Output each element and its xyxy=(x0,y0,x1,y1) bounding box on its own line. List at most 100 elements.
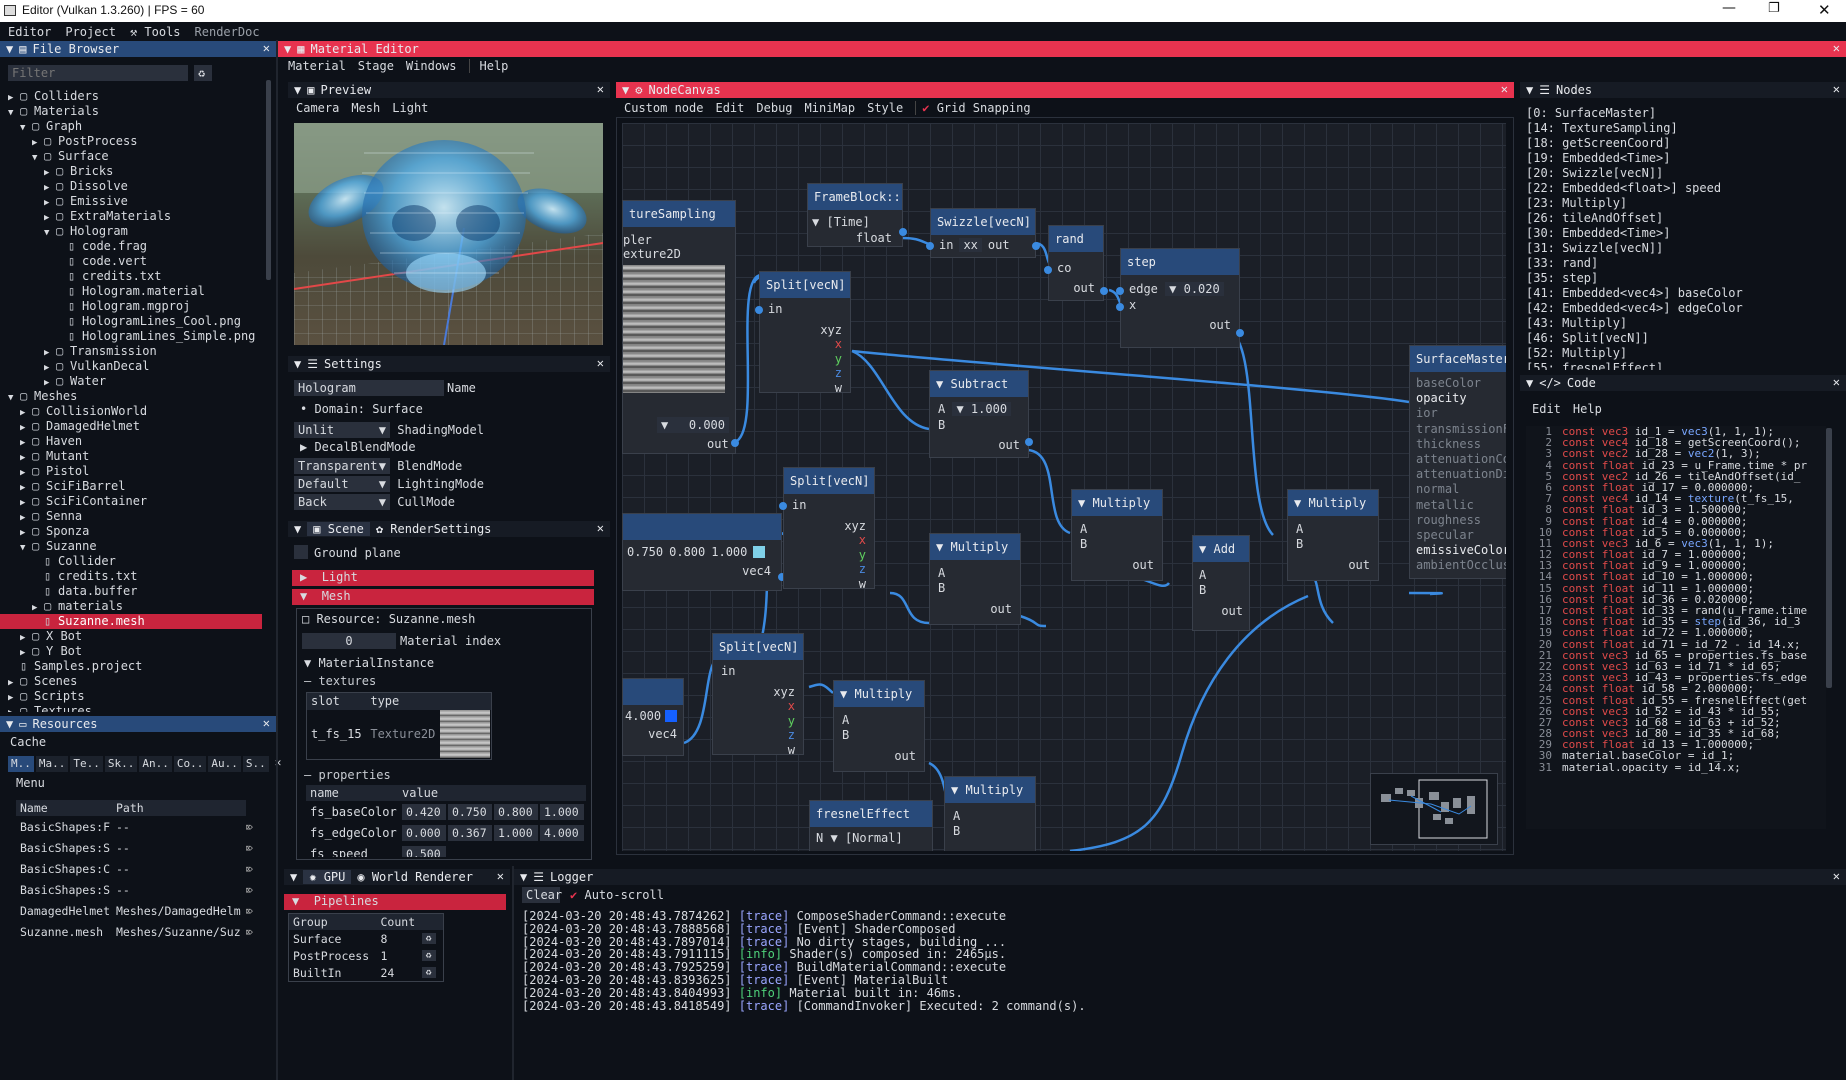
nodes-titlebar[interactable]: ▼ ☰ Nodes ✕ xyxy=(1520,82,1846,98)
preview-viewport[interactable] xyxy=(294,123,603,345)
collapse-icon[interactable]: ▼ xyxy=(284,42,291,56)
node-swizzle[interactable]: Swizzle[vecN] in xx out xyxy=(926,208,1040,258)
node-list-item[interactable]: [41: Embedded<vec4>] baseColor xyxy=(1526,286,1826,301)
trash-icon[interactable]: ⌦ xyxy=(246,879,260,900)
node-multiply-1[interactable]: ▼ Multiply A Bout xyxy=(929,533,1021,625)
output-pin[interactable] xyxy=(1032,242,1040,250)
collapse-icon[interactable]: ▼ xyxy=(520,870,527,884)
code-scrollbar[interactable] xyxy=(1826,428,1832,688)
preview-titlebar[interactable]: ▼ ▣ Preview ✕ xyxy=(288,82,610,98)
node-rand[interactable]: rand co out xyxy=(1044,225,1108,301)
material-index-slider[interactable]: 0 xyxy=(302,633,396,649)
chevron-down-icon[interactable]: ▼ xyxy=(8,391,20,406)
collapse-icon[interactable]: ▼ xyxy=(294,357,301,371)
tree-item[interactable]: ▶ ▢ Senna xyxy=(0,509,262,524)
trash-icon[interactable]: ⌦ xyxy=(246,921,260,942)
output-pin[interactable] xyxy=(731,439,739,447)
surface-input-pin[interactable]: metallic xyxy=(1416,498,1502,513)
output-pin[interactable] xyxy=(1100,287,1108,295)
nodecanvas-titlebar[interactable]: ▼ ⚙ NodeCanvas ✕ xyxy=(616,82,1514,98)
menu-mesh[interactable]: Mesh xyxy=(351,101,380,115)
file-filter-input[interactable] xyxy=(8,65,188,81)
node-list-item[interactable]: [14: TextureSampling] xyxy=(1526,121,1826,136)
table-row[interactable]: Surface 8 ♻ xyxy=(289,930,444,947)
menu-help[interactable]: Help xyxy=(1573,402,1602,416)
node-multiply-3[interactable]: ▼ Multiply A Bout xyxy=(1287,489,1379,581)
collapse-icon[interactable]: ▼ xyxy=(294,522,301,536)
input-pin[interactable] xyxy=(1044,266,1052,274)
tree-item[interactable]: ▶ ▢ Pistol xyxy=(0,464,262,479)
col-path[interactable]: Path xyxy=(112,800,246,816)
refresh-icon[interactable]: ♻ xyxy=(421,967,436,978)
node-split-3[interactable]: Split[vecN] in xyz x y z w xyxy=(712,633,804,757)
maximize-icon[interactable]: ❐ xyxy=(1768,1,1780,16)
menu-editor[interactable]: Editor xyxy=(8,25,51,39)
output-pin[interactable] xyxy=(1025,438,1033,446)
surface-input-pin[interactable]: emissiveColor xyxy=(1416,543,1506,558)
surface-input-pin[interactable]: attenuationCo xyxy=(1416,452,1506,467)
node-split-2[interactable]: Split[vecN] in xyz x y z w xyxy=(779,467,875,591)
close-icon[interactable]: ✕ xyxy=(1833,869,1840,883)
node-split-1[interactable]: Split[vecN] in xyz x y z w xyxy=(755,271,851,395)
gpu-titlebar[interactable]: ▼ ✹ GPU ◉ World Renderer ✕ xyxy=(284,869,510,885)
property-value-input[interactable]: 0.800 xyxy=(494,803,538,820)
resources-titlebar[interactable]: ▼ ▭ Resources ✕ xyxy=(0,716,276,732)
node-list-item[interactable]: [30: Embedded<Time>] xyxy=(1526,226,1826,241)
code-titlebar[interactable]: ▼ </> Code ✕ xyxy=(1520,375,1846,391)
property-value-input[interactable]: 0.750 xyxy=(448,803,492,820)
swizzle-input[interactable]: xx xyxy=(959,238,982,252)
tree-item[interactable]: ▯ Collider xyxy=(0,554,262,569)
menu-tools[interactable]: ⚒ Tools xyxy=(130,25,181,39)
mesh-header[interactable]: ▼ Mesh xyxy=(292,589,594,605)
tree-item[interactable]: ▶ ▢ Scenes xyxy=(0,674,262,689)
tree-item[interactable]: ▶ ▢ Sponza xyxy=(0,524,262,539)
edge-input[interactable]: ▼ 0.020 xyxy=(1165,282,1224,296)
node-list-item[interactable]: [43: Multiply] xyxy=(1526,316,1826,331)
node-list-item[interactable]: [19: Embedded<Time>] xyxy=(1526,151,1826,166)
node-list-item[interactable]: [18: getScreenCoord] xyxy=(1526,136,1826,151)
tree-item[interactable]: ▶ ▢ Mutant xyxy=(0,449,262,464)
node-frame-block[interactable]: FrameBlock:: ▼ [Time] float xyxy=(807,183,907,247)
close-icon[interactable]: ✕ xyxy=(1833,41,1840,55)
close-icon[interactable]: ✕ xyxy=(1833,82,1840,96)
node-add[interactable]: ▼ Add A Bout xyxy=(1192,535,1250,631)
dropdown-icon[interactable]: ▼ xyxy=(951,783,958,797)
menu-project[interactable]: Project xyxy=(65,25,116,39)
tree-item[interactable]: ▼ ▢ Hologram xyxy=(0,224,262,239)
property-value-input[interactable]: 4.000 xyxy=(540,824,584,841)
input-pin[interactable] xyxy=(779,502,787,510)
vec4-component-input[interactable]: 0.800 xyxy=(669,545,705,559)
clear-button[interactable]: Clear xyxy=(522,887,562,903)
surface-input-pin[interactable]: ior xyxy=(1416,406,1502,421)
tree-item[interactable]: ▶ ▢ Haven xyxy=(0,434,262,449)
node-step[interactable]: step edge ▼ 0.020 x out xyxy=(1116,248,1244,348)
node-vec4-edge-color[interactable]: 4.000 vec4 xyxy=(622,678,684,756)
surface-input-pin[interactable]: normal xyxy=(1416,482,1502,497)
node-list-item[interactable]: [20: Swizzle[vecN]] xyxy=(1526,166,1826,181)
texture-thumbnail[interactable] xyxy=(440,710,491,759)
a-input[interactable]: ▼ 1.000 xyxy=(952,402,1012,416)
tree-item[interactable]: ▶▢ Textures xyxy=(0,704,262,712)
node-list-item[interactable]: [55: fresnelEffect] xyxy=(1526,361,1826,370)
dropdown-icon[interactable]: ▼ xyxy=(1078,496,1085,510)
property-value-input[interactable]: 1.000 xyxy=(540,803,584,820)
chevron-right-icon[interactable]: ▶ xyxy=(8,706,20,712)
tree-item[interactable]: ▯ HologramLines_Cool.png xyxy=(0,314,262,329)
tree-item[interactable]: ▯ code.vert xyxy=(0,254,262,269)
tree-item[interactable]: ▶ ▢ Scripts xyxy=(0,689,262,704)
table-row[interactable]: BasicShapes:F -- ⌦ xyxy=(16,816,260,837)
tree-item[interactable]: ▯ data.buffer xyxy=(0,584,262,599)
grid-snapping-toggle[interactable]: ✔ Grid Snapping xyxy=(915,101,1031,115)
menu-stage[interactable]: Stage xyxy=(358,59,394,73)
table-row[interactable]: PostProcess 1 ♻ xyxy=(289,947,444,964)
collapse-icon[interactable]: ▼ xyxy=(1526,83,1533,97)
node-subtract[interactable]: ▼ Subtract A ▼ 1.000 B out xyxy=(929,370,1033,458)
file-browser-titlebar[interactable]: ▼ ▤ File Browser ✕ xyxy=(0,41,276,57)
close-icon[interactable]: ✕ xyxy=(597,356,604,370)
collapse-icon[interactable]: ▼ xyxy=(6,42,13,56)
resource-tab[interactable]: Au.. xyxy=(208,756,241,772)
dropdown-icon[interactable]: ▼ xyxy=(840,687,847,701)
material-instance-node[interactable]: ▼ MaterialInstance xyxy=(304,656,434,670)
close-icon[interactable]: ✕ xyxy=(497,869,504,883)
close-icon[interactable]: ✕ xyxy=(1833,375,1840,389)
